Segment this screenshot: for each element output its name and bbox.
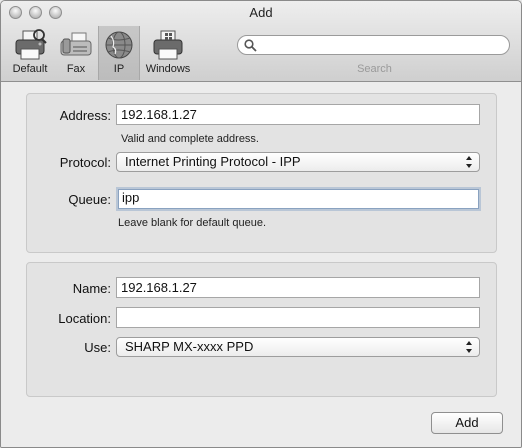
address-label: Address: bbox=[59, 108, 111, 123]
name-field[interactable]: 192.168.1.27 bbox=[116, 277, 480, 298]
protocol-value: Internet Printing Protocol - IPP bbox=[125, 154, 301, 169]
location-label: Location: bbox=[58, 311, 111, 326]
toolbar-ip-button[interactable]: IP bbox=[98, 26, 140, 80]
toolbar-default-label: Default bbox=[12, 63, 48, 75]
protocol-popup[interactable]: Internet Printing Protocol - IPP bbox=[116, 152, 480, 172]
content-area: Address: 192.168.1.27 Valid and complete… bbox=[1, 82, 521, 447]
address-hint: Valid and complete address. bbox=[121, 133, 259, 145]
use-driver-value: SHARP MX-xxxx PPD bbox=[125, 339, 254, 354]
printer-icon bbox=[15, 29, 47, 60]
add-printer-window: Add Default Fax IP Windows Search Addres… bbox=[0, 0, 522, 448]
search-field[interactable] bbox=[237, 35, 510, 55]
search-icon bbox=[244, 39, 257, 52]
name-label: Name: bbox=[72, 281, 111, 296]
toolbar-windows-label: Windows bbox=[145, 63, 191, 75]
up-down-arrows-icon bbox=[466, 341, 472, 353]
toolbar-default-button[interactable]: Default bbox=[7, 27, 53, 77]
fax-icon bbox=[60, 32, 92, 56]
search-label: Search bbox=[357, 63, 392, 75]
up-down-arrows-icon bbox=[466, 156, 472, 168]
queue-hint: Leave blank for default queue. bbox=[118, 217, 267, 229]
queue-label: Queue: bbox=[68, 192, 111, 207]
use-driver-popup[interactable]: SHARP MX-xxxx PPD bbox=[116, 337, 480, 357]
toolbar-windows-button[interactable]: Windows bbox=[142, 27, 194, 77]
queue-field[interactable]: ipp bbox=[116, 187, 481, 211]
add-button[interactable]: Add bbox=[431, 412, 503, 434]
window-title: Add bbox=[249, 5, 273, 20]
toolbar-fax-label: Fax bbox=[66, 63, 86, 75]
globe-icon bbox=[105, 31, 133, 59]
toolbar-ip-label: IP bbox=[113, 63, 125, 75]
address-field[interactable]: 192.168.1.27 bbox=[116, 104, 480, 125]
location-field[interactable] bbox=[116, 307, 480, 328]
windows-printer-icon bbox=[153, 30, 183, 60]
toolbar-fax-button[interactable]: Fax bbox=[57, 27, 95, 77]
protocol-label: Protocol: bbox=[59, 155, 111, 170]
window-titlebar: Add Default Fax IP Windows Search bbox=[1, 1, 521, 82]
use-label: Use: bbox=[84, 340, 111, 355]
